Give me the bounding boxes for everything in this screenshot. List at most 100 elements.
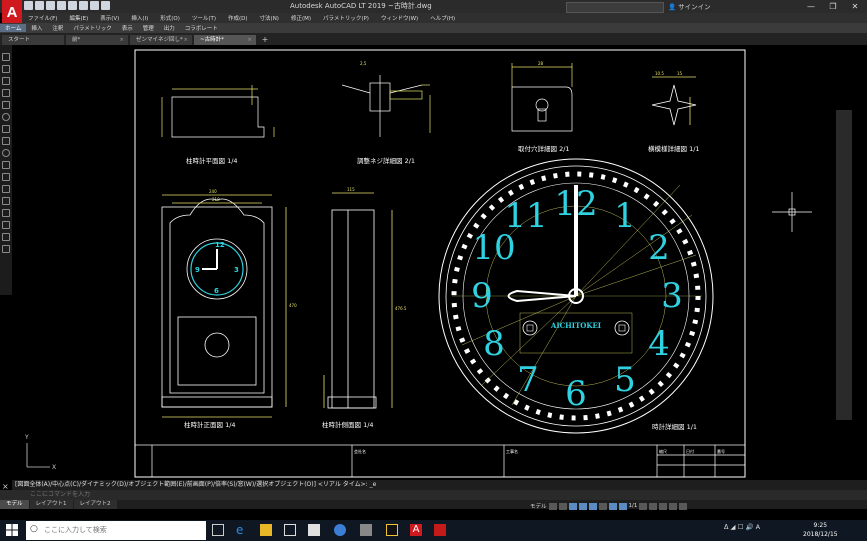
menu-insert[interactable]: 挿入(I) bbox=[125, 14, 154, 22]
close-icon[interactable]: × bbox=[119, 35, 124, 45]
fullscreen-icon[interactable] bbox=[669, 502, 678, 510]
menu-parametric[interactable]: パラメトリック(P) bbox=[317, 14, 375, 22]
windows-start-icon[interactable] bbox=[6, 524, 18, 536]
rectangle-tool-icon[interactable] bbox=[2, 89, 10, 97]
jw-cad-icon[interactable] bbox=[386, 524, 398, 536]
snap-icon[interactable] bbox=[558, 502, 567, 510]
circle-tool-icon[interactable] bbox=[2, 113, 10, 121]
menu-dimension[interactable]: 寸法(N) bbox=[254, 14, 285, 22]
polyline-tool-icon[interactable] bbox=[2, 65, 10, 73]
spline-tool-icon[interactable] bbox=[2, 137, 10, 145]
region-tool-icon[interactable] bbox=[2, 209, 10, 217]
taskbar-search-box[interactable]: ○ bbox=[26, 521, 206, 540]
tab-insert[interactable]: 挿入 bbox=[26, 24, 47, 32]
app-icon[interactable] bbox=[334, 524, 346, 536]
model-space-button[interactable]: モデル bbox=[530, 502, 547, 510]
annotation-scale[interactable]: 1/1 bbox=[629, 503, 638, 509]
store-icon[interactable] bbox=[308, 524, 320, 536]
menu-help[interactable]: ヘルプ(H) bbox=[424, 14, 461, 22]
tab-collaborate[interactable]: コラボレート bbox=[180, 24, 223, 32]
mtext-tool-icon[interactable] bbox=[2, 233, 10, 241]
line-tool-icon[interactable] bbox=[2, 53, 10, 61]
save-icon[interactable] bbox=[46, 1, 55, 10]
file-tab-prev[interactable]: 前* × bbox=[66, 35, 128, 45]
hatch-tool-icon[interactable] bbox=[2, 185, 10, 193]
new-file-icon[interactable] bbox=[24, 1, 33, 10]
arc-tool-icon[interactable] bbox=[2, 101, 10, 109]
close-icon[interactable]: × bbox=[183, 35, 188, 45]
taskbar-clock[interactable]: 9:25 2018/12/15 bbox=[803, 521, 838, 539]
grid-icon[interactable] bbox=[548, 502, 557, 510]
file-tab-start[interactable]: スタート bbox=[2, 35, 64, 45]
gear-icon[interactable] bbox=[639, 502, 648, 510]
lineweight-icon[interactable] bbox=[598, 502, 607, 510]
ortho-icon[interactable] bbox=[568, 502, 577, 510]
tab-annotate[interactable]: 注釈 bbox=[47, 24, 68, 32]
tab-layout2[interactable]: レイアウト2 bbox=[73, 500, 117, 509]
open-file-icon[interactable] bbox=[35, 1, 44, 10]
save-as-icon[interactable] bbox=[57, 1, 66, 10]
command-input[interactable] bbox=[30, 491, 530, 499]
front-clock-6: 6 bbox=[214, 287, 219, 295]
selection-cycling-icon[interactable] bbox=[608, 502, 617, 510]
tab-view[interactable]: 表示 bbox=[117, 24, 138, 32]
ellipse-tool-icon[interactable] bbox=[2, 149, 10, 157]
tab-layout1[interactable]: レイアウト1 bbox=[29, 500, 73, 509]
network-icon[interactable]: ᐃ ◢ ☐ 🔊 bbox=[724, 523, 754, 531]
menu-draw[interactable]: 作成(D) bbox=[222, 14, 254, 22]
tab-parametric[interactable]: パラメトリック bbox=[68, 24, 116, 32]
table-tool-icon[interactable] bbox=[2, 221, 10, 229]
osnap-icon[interactable] bbox=[588, 502, 597, 510]
file-tab-old-clock[interactable]: ~古時計* × bbox=[194, 35, 256, 45]
annotation-icon[interactable] bbox=[618, 502, 627, 510]
menu-tools[interactable]: ツール(T) bbox=[186, 14, 222, 22]
minimize-button[interactable]: — bbox=[800, 0, 822, 13]
clock-numbers: 12 1 2 3 4 5 6 7 8 9 10 11 bbox=[471, 184, 683, 414]
tab-model[interactable]: モデル bbox=[0, 500, 29, 509]
print-icon[interactable] bbox=[79, 1, 88, 10]
insert-block-icon[interactable] bbox=[2, 161, 10, 169]
edge-icon[interactable]: e bbox=[236, 524, 248, 536]
palette-strip[interactable] bbox=[836, 110, 852, 420]
sign-in-button[interactable]: 👤 サインイン bbox=[668, 1, 711, 11]
drawing-canvas[interactable]: 会社名 工事名 縮尺 日付 番号 柱時計平面図 1/4 2,5 調整ネジ詳細図 … bbox=[12, 45, 867, 480]
autocad-taskbar-icon[interactable]: A bbox=[410, 524, 422, 536]
front-clock-12: 12 bbox=[215, 241, 225, 249]
mail-icon[interactable] bbox=[284, 524, 296, 536]
polygon-tool-icon[interactable] bbox=[2, 77, 10, 85]
web-mobile-icon[interactable] bbox=[68, 1, 77, 10]
menu-window[interactable]: ウィンドウ(W) bbox=[375, 14, 424, 22]
explorer-icon[interactable] bbox=[260, 524, 272, 536]
menu-format[interactable]: 形式(O) bbox=[154, 14, 186, 22]
menu-modify[interactable]: 修正(M) bbox=[285, 14, 317, 22]
menu-edit[interactable]: 編集(E) bbox=[63, 14, 94, 22]
redo-icon[interactable] bbox=[101, 1, 110, 10]
gradient-tool-icon[interactable] bbox=[2, 197, 10, 205]
undo-icon[interactable] bbox=[90, 1, 99, 10]
new-tab-button[interactable]: + bbox=[259, 35, 271, 45]
ime-indicator[interactable]: A bbox=[756, 523, 760, 531]
add-selected-icon[interactable] bbox=[2, 245, 10, 253]
revcloud-tool-icon[interactable] bbox=[2, 125, 10, 133]
polar-icon[interactable] bbox=[578, 502, 587, 510]
taskbar-search-input[interactable] bbox=[44, 525, 194, 536]
front-view-label: 柱時計正面図 1/4 bbox=[184, 420, 236, 429]
autocad-lt-taskbar-icon[interactable] bbox=[434, 524, 446, 536]
close-icon[interactable]: × bbox=[2, 482, 9, 491]
plus-icon[interactable] bbox=[649, 502, 658, 510]
task-view-icon[interactable] bbox=[212, 524, 224, 536]
file-tab-screwdriver[interactable]: ゼンマイネジ回し* × bbox=[130, 35, 192, 45]
menu-view[interactable]: 表示(V) bbox=[94, 14, 125, 22]
maximize-button[interactable]: ❐ bbox=[822, 0, 844, 13]
close-icon[interactable]: × bbox=[247, 35, 252, 45]
point-tool-icon[interactable] bbox=[2, 173, 10, 181]
tab-manage[interactable]: 管理 bbox=[138, 24, 159, 32]
tab-home[interactable]: ホーム bbox=[0, 24, 27, 32]
isolate-icon[interactable] bbox=[659, 502, 668, 510]
help-search-box[interactable] bbox=[566, 2, 664, 22]
media-icon[interactable] bbox=[360, 524, 372, 536]
tab-output[interactable]: 出力 bbox=[159, 24, 180, 32]
menu-file[interactable]: ファイル(F) bbox=[22, 14, 63, 22]
close-button[interactable]: ✕ bbox=[844, 0, 866, 13]
customize-icon[interactable] bbox=[679, 502, 688, 510]
